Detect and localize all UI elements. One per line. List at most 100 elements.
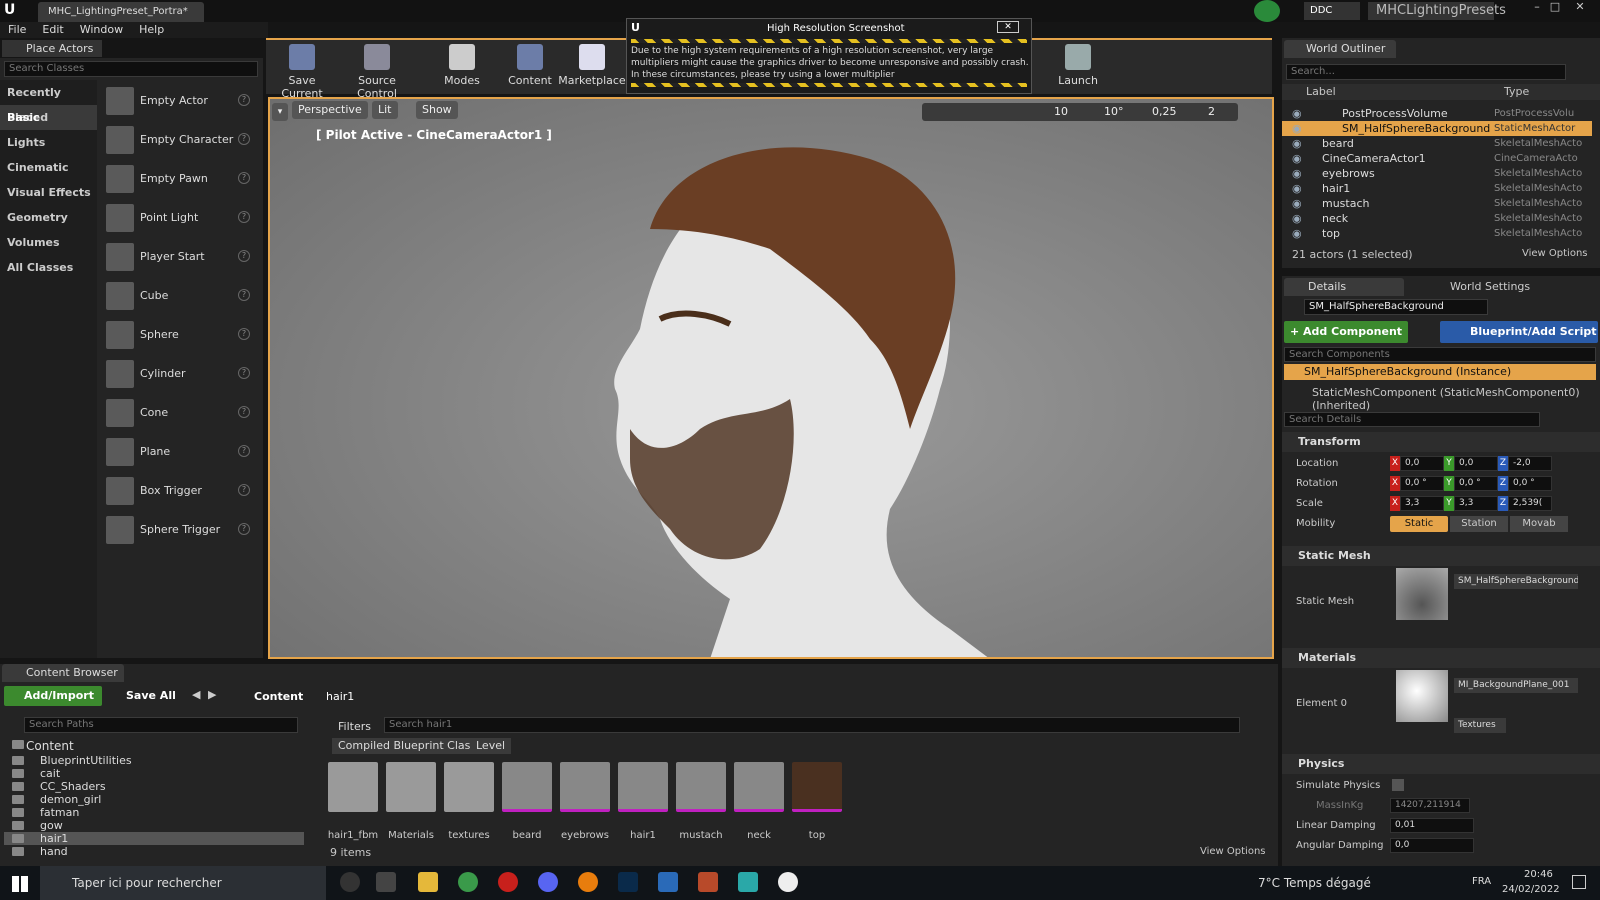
- mass-field[interactable]: 14207,211914: [1390, 798, 1470, 813]
- show-button[interactable]: Show: [416, 101, 458, 119]
- folder-item[interactable]: demon_girl: [4, 793, 304, 806]
- visibility-icon[interactable]: ◉: [1292, 211, 1302, 226]
- column-label[interactable]: Label: [1306, 85, 1336, 98]
- launch-button[interactable]: Launch: [1046, 40, 1110, 92]
- component-row[interactable]: StaticMeshComponent (StaticMeshComponent…: [1312, 386, 1600, 412]
- transform-section[interactable]: Transform: [1282, 432, 1600, 452]
- linear-damping-field[interactable]: 0,01: [1390, 818, 1474, 833]
- lit-button[interactable]: Lit: [372, 101, 398, 119]
- scale-label[interactable]: Scale: [1296, 498, 1323, 509]
- actor-item[interactable]: Cube?: [100, 277, 260, 316]
- rotation-snap-value[interactable]: 10°: [1104, 103, 1124, 121]
- actor-item[interactable]: Cone?: [100, 394, 260, 433]
- unreal-engine-icon[interactable]: [778, 872, 798, 892]
- scale-snap-value[interactable]: 0,25: [1152, 103, 1177, 121]
- camera-speed-value[interactable]: 2: [1208, 103, 1215, 121]
- textures-dropdown[interactable]: Textures: [1454, 718, 1506, 733]
- filter-chip[interactable]: Level: [470, 738, 512, 754]
- location-y-field[interactable]: 0,0: [1454, 456, 1498, 471]
- folder-item[interactable]: CC_Shaders: [4, 780, 304, 793]
- visibility-icon[interactable]: ◉: [1292, 106, 1302, 121]
- asset-tile[interactable]: [792, 762, 842, 812]
- outliner-view-options[interactable]: View Options: [1522, 248, 1588, 259]
- outliner-row[interactable]: ◉ top SkeletalMeshActo: [1282, 226, 1592, 241]
- outliner-search-input[interactable]: Search...: [1286, 64, 1566, 80]
- folder-item[interactable]: gow: [4, 819, 304, 832]
- path-hair1[interactable]: hair1: [326, 690, 354, 703]
- outliner-row[interactable]: ◉ mustach SkeletalMeshActo: [1282, 196, 1592, 211]
- weather-text[interactable]: 7°C Temps dégagé: [1258, 876, 1371, 890]
- folder-tile[interactable]: [444, 762, 494, 812]
- chrome-icon[interactable]: [458, 872, 478, 892]
- outliner-row[interactable]: ◉ hair1 SkeletalMeshActo: [1282, 181, 1592, 196]
- photos-icon[interactable]: [658, 872, 678, 892]
- rotation-y-field[interactable]: 0,0 °: [1454, 476, 1498, 491]
- save-all-button[interactable]: Save All: [110, 686, 176, 706]
- minimize-button[interactable]: –: [1528, 0, 1546, 14]
- source-status-icon[interactable]: [1254, 0, 1280, 22]
- opera-icon[interactable]: [498, 872, 518, 892]
- help-icon[interactable]: ?: [238, 172, 250, 184]
- actor-item[interactable]: Plane?: [100, 433, 260, 472]
- actor-item[interactable]: Empty Actor?: [100, 82, 260, 121]
- viewport[interactable]: ▾ [ Pilot Active - CineCameraActor1 ] 10…: [268, 97, 1274, 659]
- help-icon[interactable]: ?: [238, 289, 250, 301]
- category-lights[interactable]: Lights: [0, 130, 97, 155]
- dialog-close-button[interactable]: ✕: [997, 21, 1019, 33]
- ddc-indicator[interactable]: DDC: [1304, 2, 1360, 20]
- details-tab[interactable]: Details: [1284, 278, 1404, 296]
- outliner-row-selected[interactable]: ◉ SM_HalfSphereBackground StaticMeshActor: [1282, 121, 1592, 136]
- path-content[interactable]: Content: [254, 690, 303, 703]
- simulate-physics-checkbox[interactable]: [1392, 779, 1404, 791]
- actor-item[interactable]: Sphere?: [100, 316, 260, 355]
- discord-icon[interactable]: [538, 872, 558, 892]
- static-mesh-thumbnail[interactable]: [1396, 568, 1448, 620]
- filter-chip[interactable]: Compiled Blueprint Class: [332, 738, 483, 754]
- asset-tile[interactable]: [560, 762, 610, 812]
- mobility-stationary-button[interactable]: Station: [1450, 516, 1508, 532]
- help-icon[interactable]: ?: [238, 328, 250, 340]
- photoshop-icon[interactable]: [618, 872, 638, 892]
- blueprint-button[interactable]: Blueprint/Add Script: [1440, 321, 1598, 343]
- actor-item[interactable]: Point Light?: [100, 199, 260, 238]
- material-dropdown[interactable]: MI_BackgoundPlane_001: [1454, 678, 1578, 693]
- asset-tile[interactable]: [618, 762, 668, 812]
- material-thumbnail[interactable]: [1396, 670, 1448, 722]
- help-icon[interactable]: ?: [238, 367, 250, 379]
- menu-edit[interactable]: Edit: [34, 22, 71, 38]
- search-assets-input[interactable]: Search hair1: [384, 717, 1240, 733]
- content-view-options[interactable]: View Options: [1200, 846, 1266, 857]
- location-label[interactable]: Location: [1296, 458, 1338, 469]
- category-geometry[interactable]: Geometry: [0, 205, 97, 230]
- outliner-row[interactable]: ◉ CineCameraActor1 CineCameraActo: [1282, 151, 1592, 166]
- save-current-button[interactable]: Save Current: [270, 40, 334, 100]
- cortana-icon[interactable]: [340, 872, 360, 892]
- visibility-icon[interactable]: ◉: [1292, 151, 1302, 166]
- actor-item[interactable]: Cylinder?: [100, 355, 260, 394]
- language-indicator[interactable]: FRA: [1472, 876, 1491, 887]
- actor-item[interactable]: Empty Character?: [100, 121, 260, 160]
- outliner-row[interactable]: ◉ eyebrows SkeletalMeshActo: [1282, 166, 1592, 181]
- visibility-icon[interactable]: ◉: [1292, 226, 1302, 241]
- app-icon[interactable]: [698, 872, 718, 892]
- help-icon[interactable]: ?: [238, 406, 250, 418]
- mobility-movable-button[interactable]: Movab: [1510, 516, 1568, 532]
- rotation-label[interactable]: Rotation: [1296, 478, 1338, 489]
- content-browser-tab[interactable]: Content Browser: [2, 664, 124, 682]
- maximize-button[interactable]: □: [1546, 0, 1564, 14]
- world-settings-tab[interactable]: World Settings: [1432, 280, 1530, 293]
- outliner-row[interactable]: ◉ PostProcessVolume PostProcessVolu: [1282, 106, 1592, 121]
- actor-item[interactable]: Player Start?: [100, 238, 260, 277]
- marketplace-button[interactable]: Marketplace: [556, 40, 628, 92]
- rotation-x-field[interactable]: 0,0 °: [1400, 476, 1444, 491]
- folder-tile[interactable]: [386, 762, 436, 812]
- category-recently-placed[interactable]: Recently Placed: [0, 80, 97, 124]
- static-mesh-dropdown[interactable]: SM_HalfSphereBackground: [1454, 574, 1578, 589]
- actor-item[interactable]: Sphere Trigger?: [100, 511, 260, 550]
- physics-section[interactable]: Physics: [1282, 754, 1600, 774]
- perspective-button[interactable]: Perspective: [292, 101, 368, 119]
- actor-item[interactable]: Empty Pawn?: [100, 160, 260, 199]
- rotation-z-field[interactable]: 0,0 °: [1508, 476, 1552, 491]
- clock-date[interactable]: 24/02/2022: [1502, 884, 1560, 895]
- visibility-icon[interactable]: ◉: [1292, 166, 1302, 181]
